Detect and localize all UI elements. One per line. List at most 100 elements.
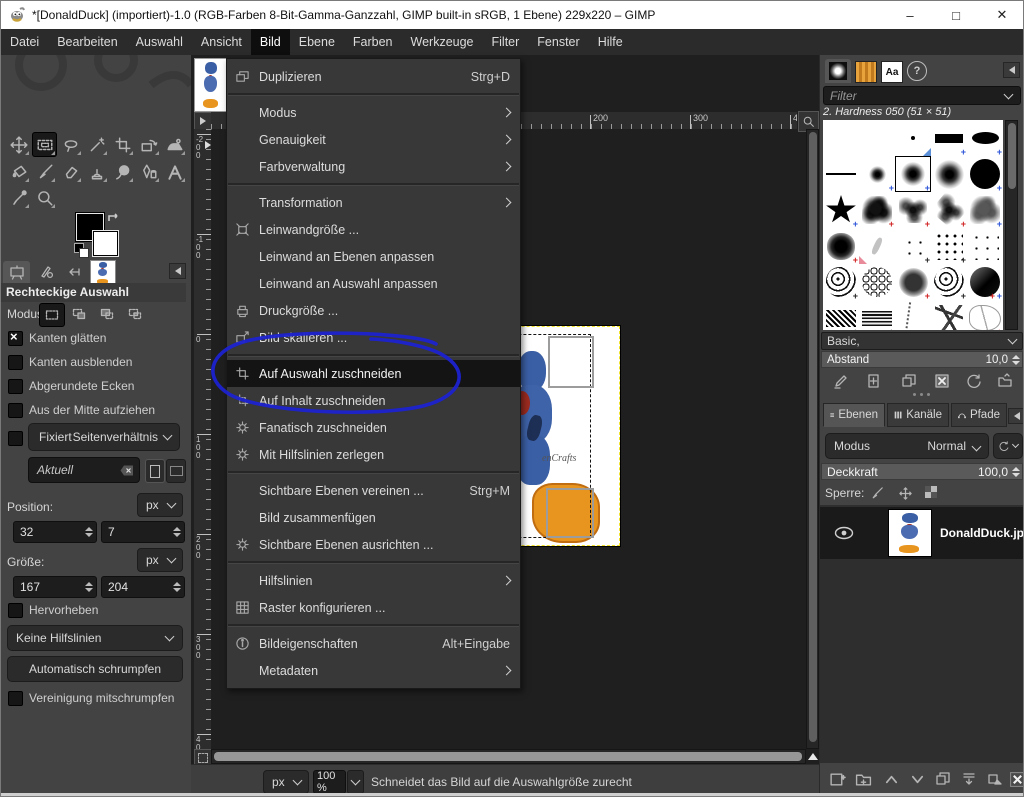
menu-item-leinwand-an-auswahl[interactable]: Leinwand an Auswahl anpassen xyxy=(227,270,520,297)
tab-paths[interactable]: Pfade xyxy=(951,403,1007,427)
refresh-brushes-icon[interactable] xyxy=(964,371,984,391)
menu-item-transformation[interactable]: Transformation xyxy=(227,189,520,216)
brush-thumbnail[interactable]: + xyxy=(823,264,859,300)
rectangle-select-tool[interactable] xyxy=(32,132,57,157)
brush-thumbnail[interactable]: + xyxy=(931,120,967,156)
menubar-werkzeuge[interactable]: Werkzeuge xyxy=(402,29,483,55)
menubar-ebene[interactable]: Ebene xyxy=(290,29,344,55)
handle-transform-tool[interactable] xyxy=(162,132,187,157)
brush-thumbnail[interactable]: + xyxy=(823,228,859,264)
collapse-dock-icon[interactable] xyxy=(1003,62,1020,78)
new-layer-icon[interactable] xyxy=(827,769,847,789)
menu-item-fanatisch-zuschneiden[interactable]: Fanatisch zuschneiden xyxy=(227,414,520,441)
bucket-fill-tool[interactable] xyxy=(6,159,31,184)
lock-pixels-icon[interactable] xyxy=(867,483,887,503)
brush-thumbnail[interactable]: + xyxy=(967,192,1003,228)
free-select-tool[interactable] xyxy=(58,132,83,157)
brush-thumbnail[interactable]: + xyxy=(895,192,931,228)
image-window-tab[interactable] xyxy=(194,58,228,112)
menubar-datei[interactable]: Datei xyxy=(1,29,48,55)
delete-brush-icon[interactable] xyxy=(932,371,952,391)
menu-item-duplizieren[interactable]: Duplizieren Strg+D xyxy=(227,63,520,90)
highlight-checkbox[interactable] xyxy=(8,603,23,618)
position-y-field[interactable]: 7 xyxy=(101,521,185,543)
dock-splitter-handle[interactable] xyxy=(913,393,933,398)
maximize-button[interactable]: □ xyxy=(937,1,975,29)
mode-subtract-button[interactable] xyxy=(95,303,119,325)
spinner-arrows-icon[interactable] xyxy=(173,582,181,592)
zoom-level-field[interactable]: 100 % xyxy=(313,770,346,794)
brush-thumbnail[interactable]: + xyxy=(859,300,895,330)
open-brush-icon[interactable] xyxy=(995,371,1015,391)
fixed-aspect-dropdown[interactable]: Fixiert Seitenverhältnis xyxy=(28,423,180,451)
brush-thumbnail[interactable] xyxy=(967,228,1003,264)
fuzzy-select-tool[interactable] xyxy=(84,132,109,157)
menu-item-auf-inhalt-zuschneiden[interactable]: Auf Inhalt zuschneiden xyxy=(227,387,520,414)
brush-thumbnail[interactable] xyxy=(859,228,895,264)
tab-channels[interactable]: Kanäle xyxy=(887,403,949,427)
fixed-checkbox[interactable] xyxy=(8,431,23,446)
position-unit-dropdown[interactable]: px xyxy=(137,493,183,517)
crop-tool[interactable] xyxy=(110,132,135,157)
menu-item-sichtbare-ebenen-ausrichten[interactable]: Sichtbare Ebenen ausrichten ... xyxy=(227,531,520,558)
brush-thumbnail[interactable]: + xyxy=(967,120,1003,156)
brush-grid[interactable]: + + + + + + + + + + + + + + + + ++ + + + xyxy=(823,120,1003,330)
brush-thumbnail[interactable]: + xyxy=(823,300,859,330)
raise-layer-icon[interactable] xyxy=(881,769,901,789)
statusbar-unit-dropdown[interactable]: px xyxy=(263,770,309,794)
minimize-button[interactable]: – xyxy=(891,1,929,29)
merge-down-icon[interactable] xyxy=(959,769,979,789)
brush-thumbnail[interactable]: + xyxy=(931,192,967,228)
horizontal-scrollbar-thumb[interactable] xyxy=(214,752,802,761)
brush-spacing-slider[interactable]: Abstand 10,0 xyxy=(821,351,1023,368)
brush-thumbnail[interactable]: + xyxy=(931,228,967,264)
transform-tool[interactable] xyxy=(136,132,161,157)
tab-fonts[interactable]: Aa xyxy=(881,61,903,83)
new-brush-icon[interactable] xyxy=(864,371,884,391)
collapse-dock-icon[interactable] xyxy=(1008,408,1024,424)
text-tool[interactable] xyxy=(162,159,187,184)
menubar-hilfe[interactable]: Hilfe xyxy=(589,29,632,55)
size-width-field[interactable]: 167 xyxy=(13,576,97,598)
brush-thumbnail[interactable] xyxy=(895,300,931,330)
clear-input-icon[interactable] xyxy=(120,465,134,476)
menu-item-leinwandgroesse[interactable]: Leinwandgröße ... xyxy=(227,216,520,243)
horizontal-scrollbar[interactable] xyxy=(211,749,806,764)
delete-layer-icon[interactable] xyxy=(1007,769,1024,789)
brush-thumbnail[interactable]: + xyxy=(895,264,931,300)
duplicate-brush-icon[interactable] xyxy=(899,371,919,391)
clone-tool[interactable] xyxy=(84,159,109,184)
layer-thumbnail[interactable] xyxy=(888,509,932,557)
brush-thumbnail[interactable] xyxy=(895,120,931,156)
position-x-field[interactable]: 32 xyxy=(13,521,97,543)
color-picker-tool[interactable] xyxy=(6,185,31,210)
layer-name[interactable]: DonaldDuck.jp xyxy=(940,526,1024,540)
shrink-merged-checkbox[interactable] xyxy=(8,691,23,706)
brush-thumbnail[interactable]: + xyxy=(859,156,895,192)
lock-alpha-icon[interactable] xyxy=(925,486,937,498)
lower-layer-icon[interactable] xyxy=(907,769,927,789)
canvas-menu-icon[interactable] xyxy=(194,112,212,130)
tab-brushes[interactable] xyxy=(825,59,851,83)
menu-item-bildeigenschaften[interactable]: Bildeigenschaften Alt+Eingabe xyxy=(227,630,520,657)
move-tool[interactable] xyxy=(6,132,31,157)
layer-mode-dropdown[interactable]: Modus Normal xyxy=(825,433,989,459)
ink-tool[interactable] xyxy=(136,159,161,184)
menubar-bearbeiten[interactable]: Bearbeiten xyxy=(48,29,126,55)
antialias-checkbox[interactable] xyxy=(8,331,23,346)
menu-item-farbverwaltung[interactable]: Farbverwaltung xyxy=(227,153,520,180)
menu-item-leinwand-an-ebenen[interactable]: Leinwand an Ebenen anpassen xyxy=(227,243,520,270)
brush-thumbnail[interactable]: + xyxy=(967,156,1003,192)
menu-item-bild-skalieren[interactable]: Bild skalieren ... xyxy=(227,324,520,351)
portrait-orientation-button[interactable] xyxy=(145,459,165,483)
paintbrush-tool[interactable] xyxy=(32,159,57,184)
brush-filter-input[interactable]: Filter xyxy=(823,86,1021,105)
eraser-tool[interactable] xyxy=(58,159,83,184)
brush-group-dropdown[interactable]: Basic, xyxy=(821,332,1023,350)
brush-thumbnail[interactable] xyxy=(859,264,895,300)
new-layer-group-icon[interactable] xyxy=(853,769,873,789)
rounded-corners-checkbox[interactable] xyxy=(8,379,23,394)
brush-scrollbar-thumb[interactable] xyxy=(1008,123,1016,189)
landscape-orientation-button[interactable] xyxy=(166,459,186,483)
menubar-fenster[interactable]: Fenster xyxy=(528,29,588,55)
